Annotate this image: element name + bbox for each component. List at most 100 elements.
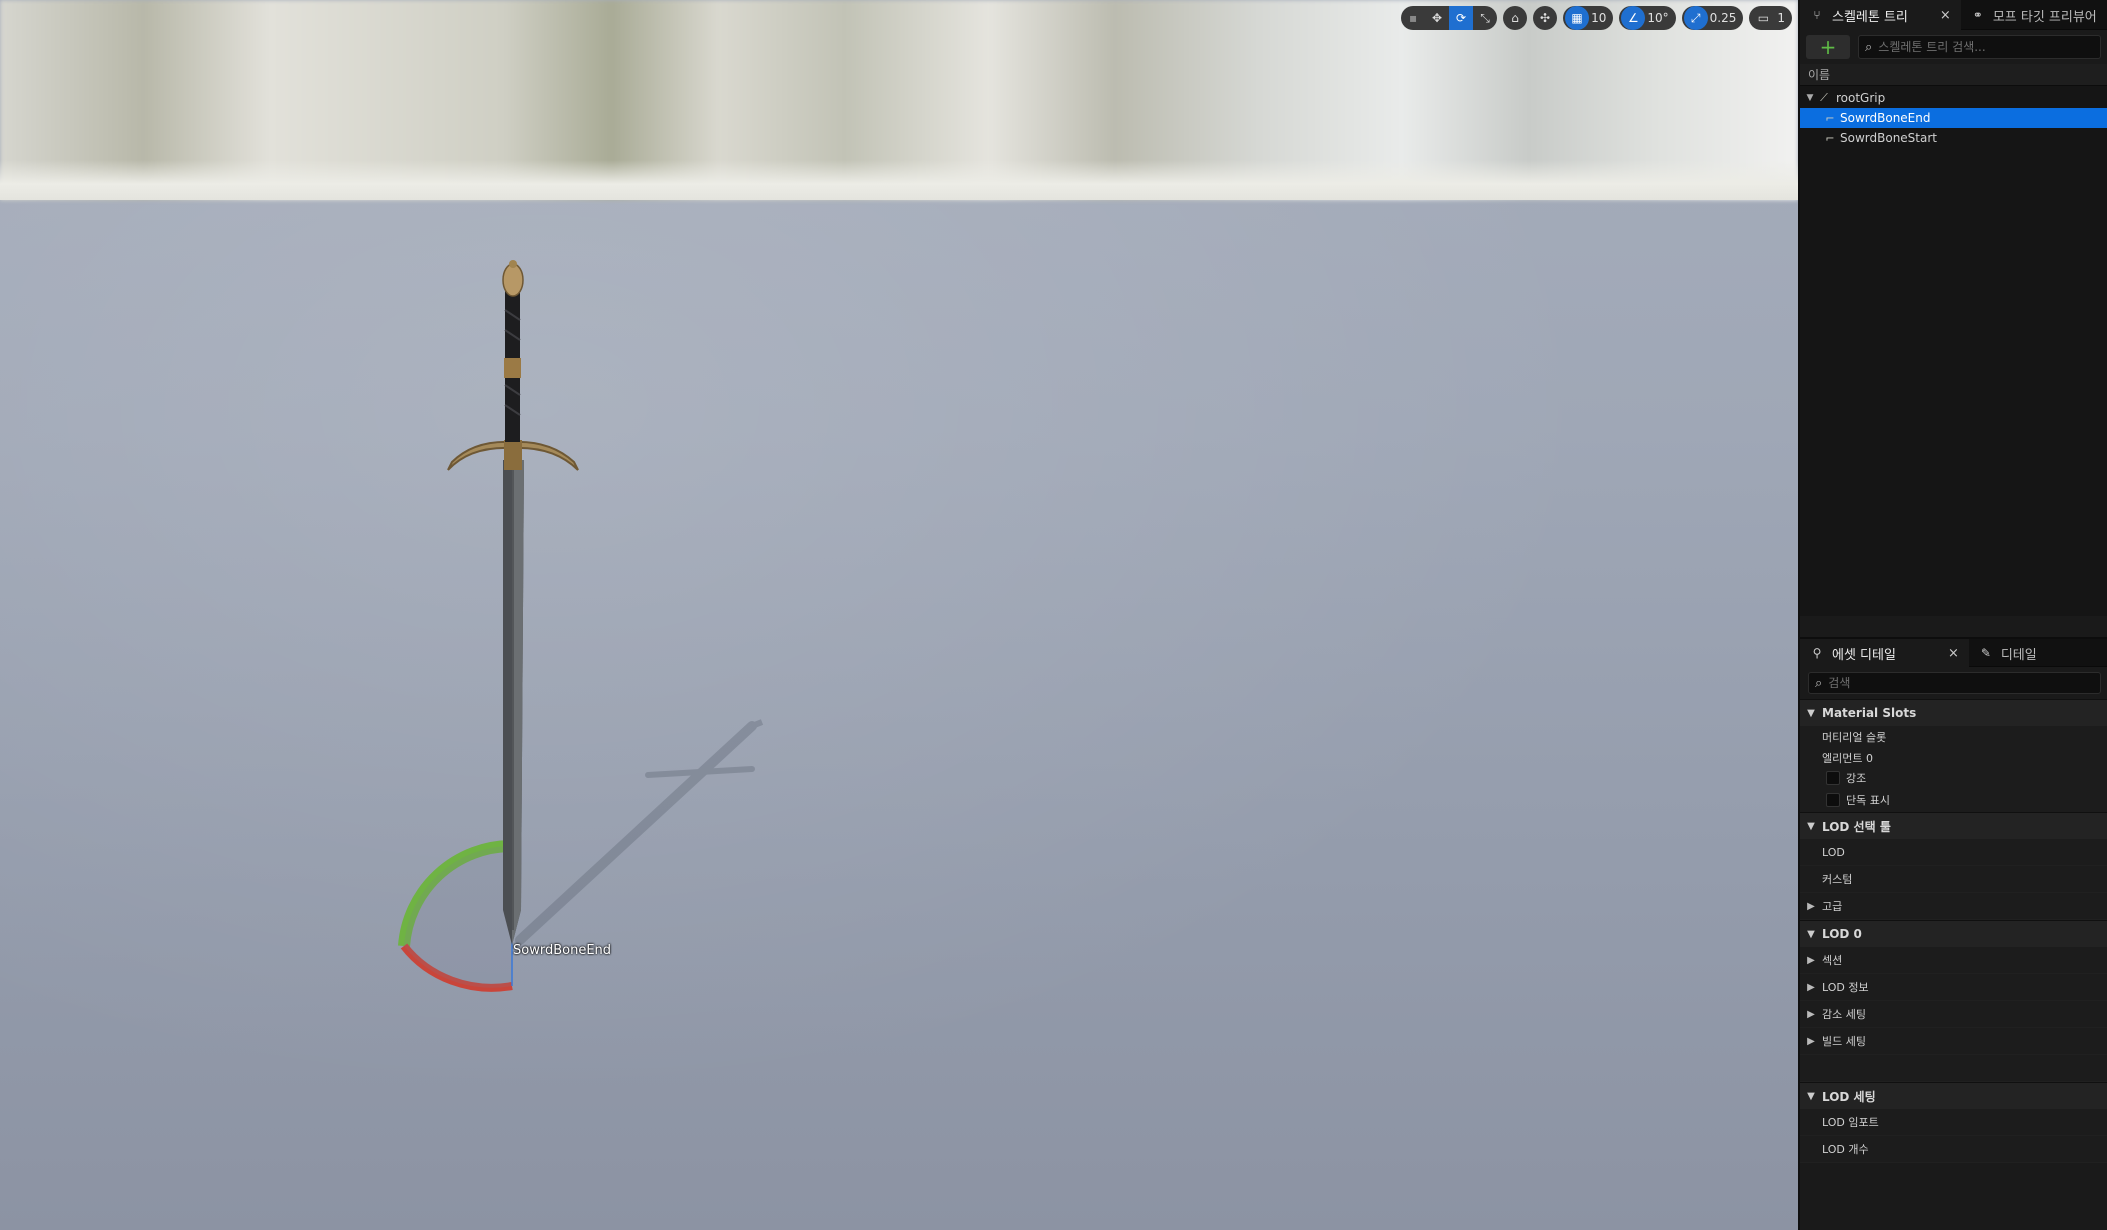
custom-row[interactable]: 커스텀 [1800,866,2107,893]
sword-scene [398,260,764,992]
highlight-row: 강조 [1800,768,2107,788]
tab-morph-target-previewer[interactable]: ⚭ 모프 타깃 프리뷰어 [1961,0,2107,30]
tree-row-rootgrip[interactable]: ▼ ⟋ rootGrip [1800,88,2107,108]
asset-details-icon: ⚲ [1812,646,1822,660]
category-title: LOD 세팅 [1822,1089,1876,1104]
skeleton-tree-tabbar: ⑂ 스켈레톤 트리 × ⚭ 모프 타깃 프리뷰어 [1800,0,2107,30]
rotate-mode-button[interactable]: ⟳ [1449,6,1474,30]
scale-snap-toggle[interactable]: ⤢ [1683,6,1708,30]
tree-row-sowrdbonestart[interactable]: ⌐ SowrdBoneStart [1800,128,2107,148]
category-title: Material Slots [1822,706,1917,720]
tab-skeleton-tree[interactable]: ⑂ 스켈레톤 트리 × [1800,0,1961,30]
rotate-icon: ⟳ [1456,11,1467,25]
details-search-box[interactable]: ⌕ [1808,672,2101,694]
details-search: ⌕ [1800,667,2107,699]
tab-morph-target-label: 모프 타깃 프리뷰어 [1992,9,2097,25]
viewport-toolbar: ▪ ✥ ⟳ ⤡ ⌂ ✣ ▦ 10 ∠ 10° ⤢ 0.25 ▭ 1 [1401,6,1792,30]
angle-snap-control[interactable]: ∠ 10° [1619,6,1676,30]
grid-snap-control[interactable]: ▦ 10 [1563,6,1614,30]
tab-asset-details-label: 에셋 디테일 [1832,647,1896,663]
sections-row[interactable]: ▶ 섹션 [1800,947,2107,974]
advanced-label: 고급 [1822,900,1843,913]
tab-details[interactable]: ✎ 디테일 [1969,639,2047,667]
camera-speed-toggle[interactable]: ▭ [1751,6,1775,30]
bone-icon: ⌐ [1825,111,1835,125]
bone-name: SowrdBoneStart [1840,131,1937,145]
highlight-checkbox[interactable] [1826,771,1840,785]
lod-import-row[interactable]: LOD 임포트 [1800,1109,2107,1136]
surface-snap-button[interactable]: ✣ [1533,6,1558,30]
category-title: LOD 0 [1822,927,1862,941]
lod-info-row[interactable]: ▶ LOD 정보 [1800,974,2107,1001]
expand-arrow-icon[interactable]: ▼ [1804,93,1816,103]
sword-shadow [515,719,764,945]
scale-snap-control[interactable]: ⤢ 0.25 [1681,6,1744,30]
lod-row[interactable]: LOD [1800,839,2107,866]
local-space-icon: ⌂ [1511,11,1519,25]
tab-asset-details[interactable]: ⚲ 에셋 디테일 × [1800,639,1969,667]
material-slot-row: 머티리얼 슬롯 [1800,726,2107,748]
cursor-icon: ▪ [1409,11,1418,25]
viewport[interactable]: SowrdBoneEnd ▪ ✥ ⟳ ⤡ ⌂ ✣ ▦ 10 ∠ 10° ⤢ 0.… [0,0,1798,1230]
isolate-label: 단독 표시 [1846,794,1890,807]
bone-icon: ⌐ [1825,131,1835,145]
lod-count-label: LOD 개수 [1822,1143,1869,1156]
build-settings-label: 빌드 세팅 [1822,1035,1866,1048]
category-material-slots[interactable]: ▼ Material Slots [1800,699,2107,726]
select-mode-button[interactable]: ▪ [1401,6,1425,30]
category-title: LOD 선택 툴 [1822,819,1891,834]
build-settings-row[interactable]: ▶ 빌드 세팅 [1800,1028,2107,1055]
lod-count-row[interactable]: LOD 개수 [1800,1136,2107,1163]
empty-row [1800,1055,2107,1082]
tree-column-header: 이름 [1800,64,2107,86]
surface-snap-icon: ✣ [1540,11,1551,25]
category-lod0[interactable]: ▼ LOD 0 [1800,920,2107,947]
lod-import-label: LOD 임포트 [1822,1116,1879,1129]
grid-snap-toggle[interactable]: ▦ [1565,6,1590,30]
advanced-row[interactable]: ▶ 고급 [1800,893,2107,920]
expand-arrow-icon: ▶ [1807,900,1815,912]
tab-details-label: 디테일 [2000,647,2037,663]
details-tabbar: ⚲ 에셋 디테일 × ✎ 디테일 [1800,639,2107,667]
angle-snap-value[interactable]: 10° [1645,11,1675,25]
custom-label: 커스텀 [1822,873,1853,886]
right-panel: ⑂ 스켈레톤 트리 × ⚭ 모프 타깃 프리뷰어 + ⌕ 이름 ▼ ⟋ root… [1798,0,2107,1230]
skeleton-tree-toolbar: + ⌕ [1800,30,2107,64]
expand-arrow-icon: ▶ [1807,1008,1815,1020]
angle-snap-toggle[interactable]: ∠ [1621,6,1646,30]
sections-label: 섹션 [1822,954,1843,967]
expand-arrow-icon: ▶ [1807,981,1815,993]
expand-arrow-icon: ▶ [1807,954,1815,966]
skeleton-tree[interactable]: ▼ ⟋ rootGrip ⌐ SowrdBoneEnd ⌐ SowrdBoneS… [1800,86,2107,616]
grid-snap-value[interactable]: 10 [1589,11,1613,25]
highlight-label: 강조 [1846,772,1867,785]
category-lod-picker[interactable]: ▼ LOD 선택 툴 [1800,812,2107,839]
search-icon: ⌕ [1815,675,1823,691]
camera-speed-control[interactable]: ▭ 1 [1749,6,1792,30]
expand-arrow-icon: ▶ [1807,1035,1815,1047]
details-search-input[interactable] [1828,676,2029,690]
skeleton-tree-search[interactable]: ⌕ [1858,35,2101,59]
coordinate-system-button[interactable]: ⌂ [1503,6,1528,30]
move-icon: ✥ [1432,11,1443,25]
tree-row-sowrdboneend[interactable]: ⌐ SowrdBoneEnd [1800,108,2107,128]
angle-icon: ∠ [1627,11,1639,25]
bone-name: rootGrip [1836,91,1886,105]
close-icon[interactable]: × [1948,646,1959,661]
camera-speed-value[interactable]: 1 [1775,11,1792,25]
skeleton-tree-search-input[interactable] [1878,40,2079,54]
element-row: 엘리먼트 0 [1800,748,2107,768]
selected-bone-label: SowrdBoneEnd [513,943,612,958]
reduction-settings-row[interactable]: ▶ 감소 세팅 [1800,1001,2107,1028]
material-slot-label: 머티리얼 슬롯 [1822,731,1887,744]
add-socket-button[interactable]: + [1806,35,1850,59]
expand-arrow-icon: ▼ [1807,707,1815,719]
camera-icon: ▭ [1757,11,1770,25]
close-icon[interactable]: × [1940,8,1951,23]
scale-snap-value[interactable]: 0.25 [1708,11,1744,25]
isolate-checkbox[interactable] [1826,793,1840,807]
category-lod-settings[interactable]: ▼ LOD 세팅 [1800,1082,2107,1109]
editor-window: SowrdBoneEnd ▪ ✥ ⟳ ⤡ ⌂ ✣ ▦ 10 ∠ 10° ⤢ 0.… [0,0,2107,1230]
translate-mode-button[interactable]: ✥ [1425,6,1449,30]
scale-mode-button[interactable]: ⤡ [1473,6,1497,30]
